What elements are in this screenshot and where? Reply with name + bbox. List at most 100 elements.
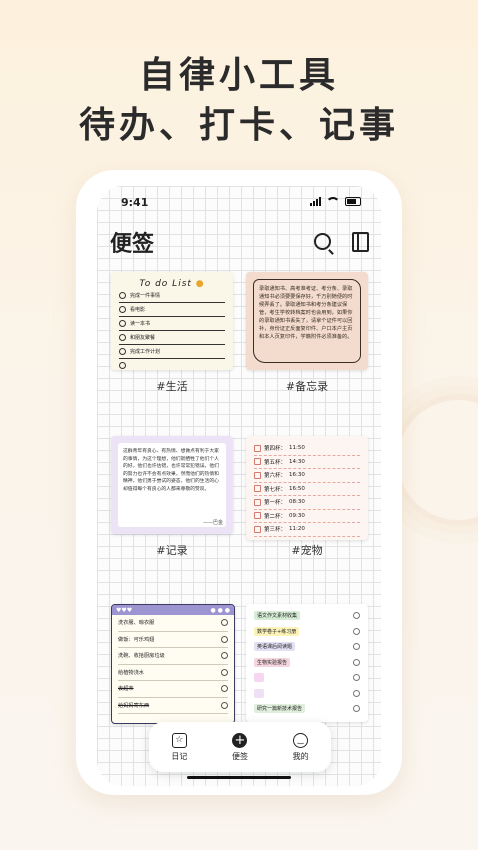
study-item-label: 研究一篇新技术报告 [254, 704, 306, 714]
todo-item[interactable]: 完成一件事情 [119, 289, 225, 303]
tab-mine[interactable]: ‿ 我的 [292, 732, 309, 762]
signal-icon [310, 197, 321, 206]
plus-icon: + [232, 732, 248, 748]
todo-item[interactable]: 完成工作计划 [119, 345, 225, 359]
record-text: 这群青年有良心、有热情、想做点有利于大家的事情，为这个理想，他们就牺牲了他们个人… [118, 443, 226, 527]
pet-item-time: 16:30 [289, 472, 305, 479]
plan-item: 给妈妈寄东西 [118, 698, 228, 714]
study-list: 语文作文素材收集数学卷子+练习册 英语课后阅读题 生物实验报告研究一篇新技术报告 [246, 604, 368, 717]
pet-item-label: 第二杯： [264, 513, 287, 520]
plan-item-label: 给妈妈寄东西 [118, 702, 150, 709]
study-card[interactable]: 语文作文素材收集数学卷子+练习册 英语课后阅读题 生物实验报告研究一篇新技术报告 [246, 604, 368, 722]
tab-bar: ☆ 日记 + 便签 ‿ 我的 [149, 722, 331, 772]
todo-item[interactable]: 看电影 [119, 303, 225, 317]
search-icon[interactable] [314, 233, 331, 250]
wifi-icon [326, 197, 340, 206]
pet-item-time: 09:30 [289, 512, 305, 519]
todo-card[interactable]: To do List ● 完成一件事情 看电影读一本书和朋友聚餐完成工作计划 [111, 272, 233, 370]
pet-item: 第三杯： 11:20 [254, 523, 360, 537]
pet-item-label: 第三杯： [264, 527, 287, 534]
study-item [254, 686, 360, 702]
status-icons [310, 197, 361, 206]
pet-item-label: 第四杯： [264, 446, 287, 453]
pet-item-time: 11:20 [289, 526, 305, 533]
tab-mine-label: 我的 [292, 751, 309, 761]
pet-item: 第二杯： 09:30 [254, 510, 360, 523]
checkbox-icon [254, 498, 261, 506]
record-card[interactable]: 这群青年有良心、有热情、想做点有利于大家的事情，为这个理想，他们就牺牲了他们个人… [111, 436, 233, 534]
study-item-label: 数学卷子+练习册 [254, 626, 300, 636]
plan-item-label: 去超市 [118, 686, 134, 693]
circle-icon [353, 689, 360, 697]
study-item: 数学卷子+练习册 [254, 624, 360, 640]
checkbox-icon [119, 292, 126, 299]
plan-item: 洗衣服、晾衣服 [118, 615, 228, 632]
todo-item[interactable]: 和朋友聚餐 [119, 331, 225, 345]
study-item: 语文作文素材收集 [254, 608, 360, 624]
tab-notes[interactable]: + 便签 [232, 732, 248, 762]
todo-item-label: 读一本书 [130, 321, 151, 327]
study-item-label [254, 673, 264, 683]
home-indicator [187, 776, 291, 779]
study-item [254, 670, 360, 686]
plan-item-label: 做饭：可乐鸡翅 [118, 636, 155, 643]
circle-icon [221, 619, 228, 627]
pet-card[interactable]: 第四杯： 11:50 第五杯： 14:30 第六杯： 16:30 第七杯： 16:50 第一杯：… [246, 436, 368, 540]
memo-card[interactable]: 录取通知书、高考准考证、考分条、录取通知书必须要要保存好，千万别随便的时候弄丢了… [246, 272, 368, 370]
pet-item: 第六杯： 16:30 [254, 469, 360, 483]
plan-item: 给植物浇水 [118, 665, 228, 681]
pet-item: 第五杯： 14:30 [254, 456, 360, 469]
todo-item-label: 看电影 [130, 307, 146, 313]
sun-icon: ● [195, 279, 205, 289]
todo-item-label: 完成一件事情 [130, 293, 161, 299]
todo-item[interactable] [119, 359, 225, 370]
headline-line2: 待办、打卡、记事 [78, 105, 399, 146]
pet-item-time: 14:30 [289, 458, 305, 465]
circle-icon [353, 705, 360, 713]
checkbox-icon [254, 512, 261, 520]
pet-item: 第四杯： 11:50 [254, 442, 360, 456]
pet-list: 第四杯： 11:50 第五杯： 14:30 第六杯： 16:30 第七杯： 16:50 第一杯：… [246, 442, 368, 537]
todo-title: To do List ● [139, 279, 205, 289]
status-time: 9:41 [121, 196, 149, 209]
plan-item: 做饭：可乐鸡翅 [118, 632, 228, 648]
todo-caption: #生活 [156, 380, 188, 393]
circle-icon [221, 635, 228, 643]
notebook-icon[interactable] [352, 232, 369, 252]
plan-item: 去超市 [118, 681, 228, 698]
todo-item[interactable]: 读一本书 [119, 317, 225, 331]
pet-item-time: 16:50 [289, 485, 305, 492]
record-sign: ——巴金 [202, 520, 223, 526]
circle-icon [221, 668, 228, 676]
pet-item-label: 第六杯： [264, 473, 287, 480]
pet-item-label: 第七杯： [264, 486, 287, 493]
study-item: 英语课后阅读题 [254, 639, 360, 655]
headline-line1: 自律小工具 [138, 55, 339, 96]
smile-icon: ‿ [293, 732, 309, 748]
todo-item-label: 完成工作计划 [130, 349, 161, 355]
circle-icon [353, 643, 360, 651]
study-item: 研究一篇新技术报告 [254, 701, 360, 717]
checkbox-icon [119, 334, 126, 341]
study-item: 生物实验报告 [254, 655, 360, 671]
circle-icon [221, 652, 228, 660]
battery-icon [345, 197, 361, 206]
plan-item-label: 给植物浇水 [118, 669, 144, 676]
circle-icon [221, 701, 228, 709]
star-icon: ☆ [171, 732, 187, 748]
plan-item: 洗碗、收拾厨房垃圾 [118, 648, 228, 665]
study-item-label: 英语课后阅读题 [254, 642, 296, 652]
pet-caption: #宠物 [291, 544, 323, 557]
plan-card[interactable]: ♥♥♥ ● ● ● 洗衣服、晾衣服 做饭：可乐鸡翅 洗碗、收拾厨房垃圾 给植物浇水 去超… [111, 604, 235, 724]
checkbox-icon [254, 458, 261, 466]
hearts-icon: ♥♥♥ [116, 606, 133, 614]
checkbox-icon [254, 485, 261, 493]
pet-item: 第一杯： 08:30 [254, 496, 360, 510]
checkbox-icon [119, 348, 126, 355]
circle-icon [353, 674, 360, 682]
pet-item-time: 11:50 [289, 445, 305, 452]
tab-diary[interactable]: ☆ 日记 [171, 732, 187, 762]
study-item-label: 生物实验报告 [254, 657, 291, 667]
plan-list: 洗衣服、晾衣服做饭：可乐鸡翅洗碗、收拾厨房垃圾给植物浇水去超市给妈妈寄东西 [112, 615, 234, 714]
page-title: 便签 [110, 232, 155, 257]
